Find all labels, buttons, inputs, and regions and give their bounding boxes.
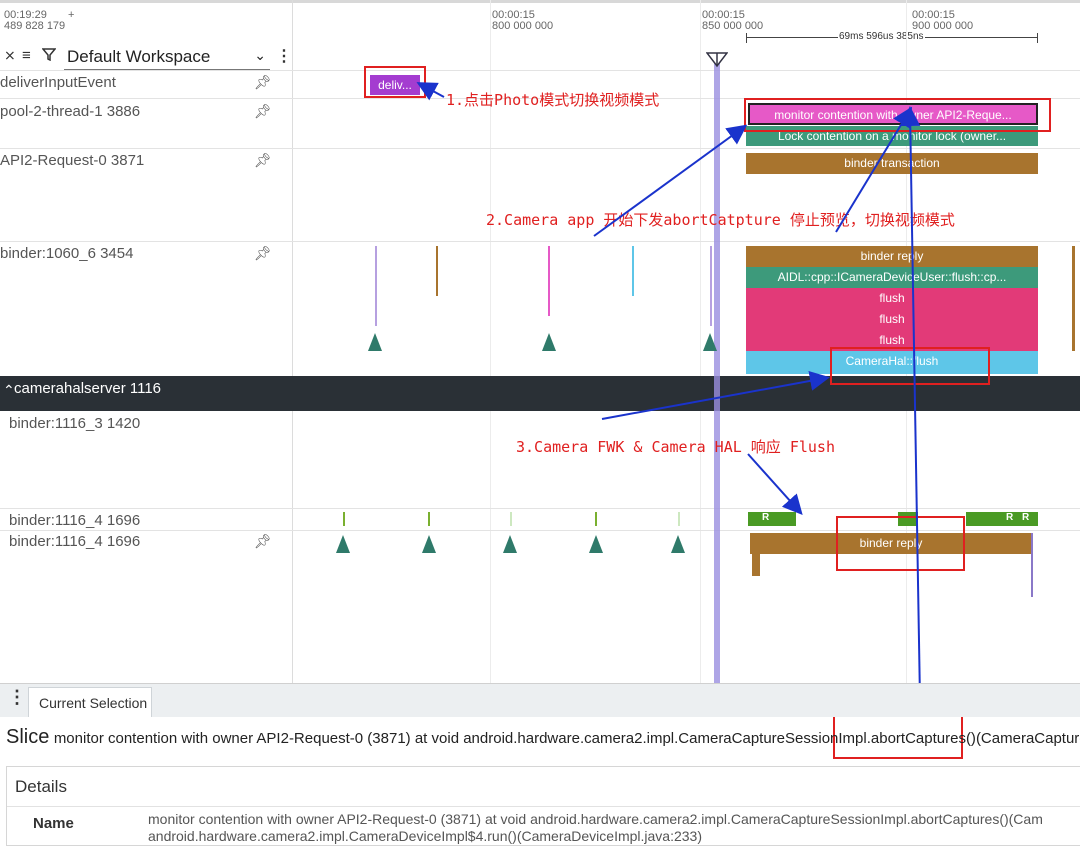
details-card: Details Name monitor contention with own… <box>6 766 1080 846</box>
bottom-panel-bar: ⋮ Current Selection <box>0 683 1080 717</box>
name-label: Name <box>33 815 74 832</box>
tab-label: Current Selection <box>39 695 148 711</box>
details-title: Details <box>15 777 67 796</box>
selection-heading: Slice monitor contention with owner API2… <box>6 726 1080 749</box>
vertical-dots-icon[interactable]: ⋮ <box>8 687 26 708</box>
slice-text: monitor contention with owner API2-Reque… <box>53 730 976 747</box>
tab-current-selection[interactable]: Current Selection <box>28 687 152 717</box>
slice-text-tail: (CameraCaptureSe <box>975 730 1080 747</box>
slice-word: Slice <box>6 726 50 748</box>
name-value-line2: android.hardware.camera2.impl.CameraDevi… <box>148 828 702 844</box>
name-value: monitor contention with owner API2-Reque… <box>148 811 1043 827</box>
